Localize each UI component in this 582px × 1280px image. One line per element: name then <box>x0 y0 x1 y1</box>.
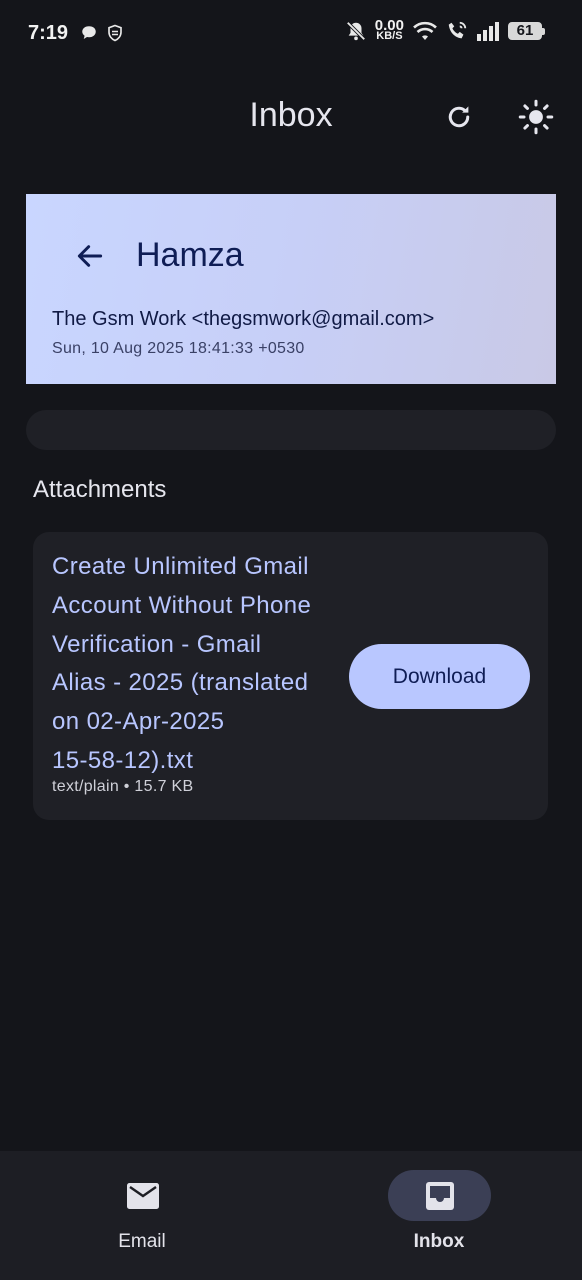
attachment-name: Create Unlimited Gmail Account Without P… <box>52 553 312 774</box>
nav-label-inbox: Inbox <box>413 1231 465 1252</box>
status-notification-icons <box>80 24 124 42</box>
shield-badge-icon <box>108 24 122 42</box>
bottom-navigation: Email Inbox <box>0 1151 582 1280</box>
email-header-card: Hamza The Gsm Work <thegsmwork@gmail.com… <box>26 194 556 384</box>
email-sender: The Gsm Work <thegsmwork@gmail.com> <box>52 308 435 330</box>
theme-toggle-button[interactable] <box>512 93 560 141</box>
refresh-icon <box>448 106 470 128</box>
back-button[interactable] <box>66 234 114 278</box>
nav-label-email: Email <box>118 1231 166 1252</box>
download-button[interactable]: Download <box>349 644 530 709</box>
arrow-left-icon <box>77 245 103 267</box>
signal-icon <box>477 22 499 41</box>
page-title: Inbox <box>249 96 333 134</box>
sun-icon <box>518 99 554 135</box>
nav-pill-email <box>91 1170 194 1221</box>
notifications-off-icon <box>346 21 366 41</box>
network-speed: 0.00 KB/S <box>374 17 404 42</box>
nav-item-email[interactable]: Email <box>42 1151 242 1280</box>
wifi-icon <box>413 21 437 40</box>
email-detail-screen: 7:19 0.00 KB/S 61 Inbox Hamza The Gsm Wo… <box>0 0 582 1280</box>
nav-item-inbox[interactable]: Inbox <box>339 1151 539 1280</box>
email-date: Sun, 10 Aug 2025 18:41:33 +0530 <box>52 340 305 357</box>
nav-pill-inbox <box>388 1170 491 1221</box>
refresh-button[interactable] <box>435 93 483 141</box>
status-time: 7:19 <box>28 22 69 44</box>
attachment-meta: text/plain • 15.7 KB <box>52 778 194 795</box>
mail-icon <box>126 1182 159 1209</box>
attachment-item: Create Unlimited Gmail Account Without P… <box>33 532 548 820</box>
attachments-heading: Attachments <box>33 476 167 503</box>
email-body <box>26 410 556 450</box>
chat-bubble-icon <box>82 26 96 39</box>
email-subject: Hamza <box>136 236 244 274</box>
status-system-icons: 0.00 KB/S 61 <box>345 17 545 42</box>
status-bar: 7:19 0.00 KB/S 61 <box>0 0 582 70</box>
wifi-calling-icon <box>448 21 467 39</box>
battery-icon: 61 <box>508 22 545 40</box>
inbox-icon <box>425 1181 454 1210</box>
